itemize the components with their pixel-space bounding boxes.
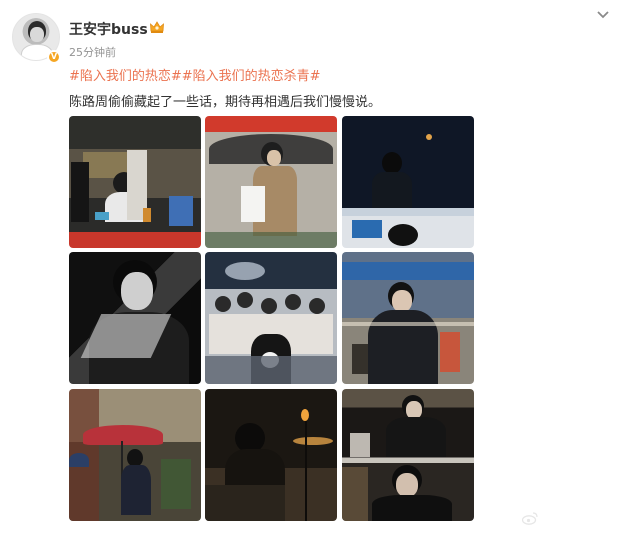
post-time[interactable]: 25分钟前	[69, 44, 116, 60]
photo-4-bw-portrait[interactable]	[69, 252, 201, 384]
post-text: 陈路周偷偷藏起了一些话，期待再相遇后我们慢慢说。	[69, 95, 382, 110]
photo-6-bus-street[interactable]	[342, 252, 474, 384]
photo-2-umbrella-notebook[interactable]	[205, 116, 337, 248]
author-name[interactable]: 王安宇buss	[69, 19, 148, 39]
photo-5-fans-crowd[interactable]	[205, 252, 337, 384]
photo-7-red-umbrella[interactable]	[69, 389, 201, 521]
crown-icon	[150, 21, 164, 33]
photo-9-suit-portrait[interactable]	[342, 389, 474, 521]
photo-grid	[69, 116, 474, 521]
chevron-down-icon[interactable]	[596, 9, 610, 21]
post-hashtags[interactable]: #陷入我们的热恋##陷入我们的热恋杀青#	[69, 65, 321, 84]
photo-1-filming-set[interactable]	[69, 116, 201, 248]
weibo-post: V 王安宇buss 25分钟前 #陷入我们的热恋##陷入我们的热恋杀青# 陈路周…	[0, 0, 632, 535]
photo-3-night-street[interactable]	[342, 116, 474, 248]
photo-8-dark-street-lamps[interactable]	[205, 389, 337, 521]
weibo-logo-icon	[522, 512, 538, 525]
verified-badge-icon: V	[47, 50, 61, 64]
